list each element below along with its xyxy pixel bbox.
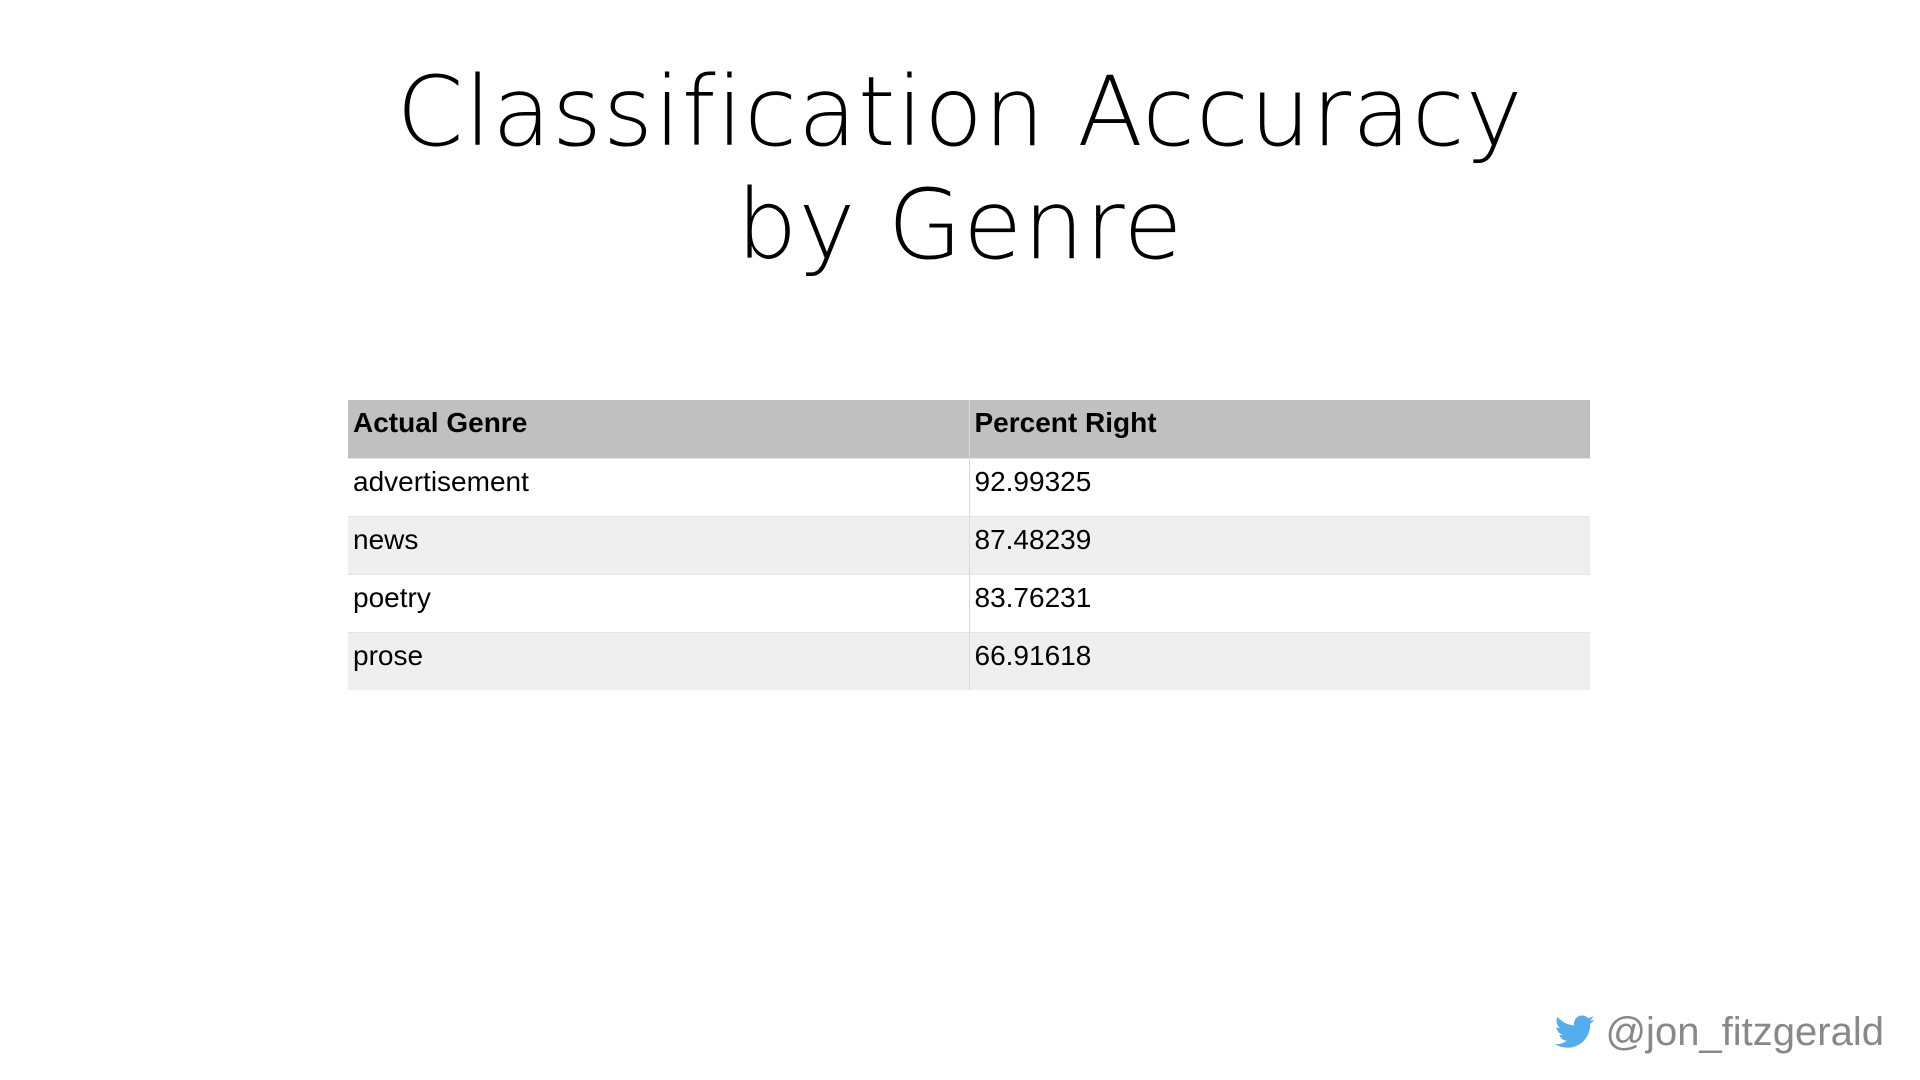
accuracy-table: Actual Genre Percent Right advertisement… — [348, 400, 1590, 690]
table-row: advertisement 92.99325 — [348, 458, 1590, 516]
genre-cell: prose — [353, 639, 424, 671]
percent-cell: 66.91618 — [968, 632, 1590, 690]
genre-cell: poetry — [353, 581, 431, 613]
slide: Classification Accuracy by Genre Actual … — [0, 0, 1920, 1080]
table-row: poetry 83.76231 — [348, 574, 1590, 632]
twitter-bird-icon — [1555, 1015, 1595, 1049]
percent-cell: 87.48239 — [968, 516, 1590, 574]
percent-cell: 83.76231 — [968, 574, 1590, 632]
genre-cell: news — [353, 523, 419, 555]
twitter-handle-text: @jon_fitzgerald — [1605, 1009, 1884, 1054]
genre-cell: advertisement — [353, 465, 529, 497]
table-header-row: Actual Genre Percent Right — [348, 400, 1590, 458]
twitter-handle: @jon_fitzgerald — [1555, 1004, 1884, 1060]
accuracy-table-container: Actual Genre Percent Right advertisement… — [348, 400, 1590, 690]
column-header-actual-genre: Actual Genre — [348, 400, 969, 458]
slide-title: Classification Accuracy by Genre — [396, 56, 1524, 281]
column-header-percent-right: Percent Right — [968, 400, 1590, 458]
table-row: news 87.48239 — [348, 516, 1590, 574]
table-row: prose 66.91618 — [348, 632, 1590, 690]
percent-cell: 92.99325 — [968, 458, 1590, 516]
